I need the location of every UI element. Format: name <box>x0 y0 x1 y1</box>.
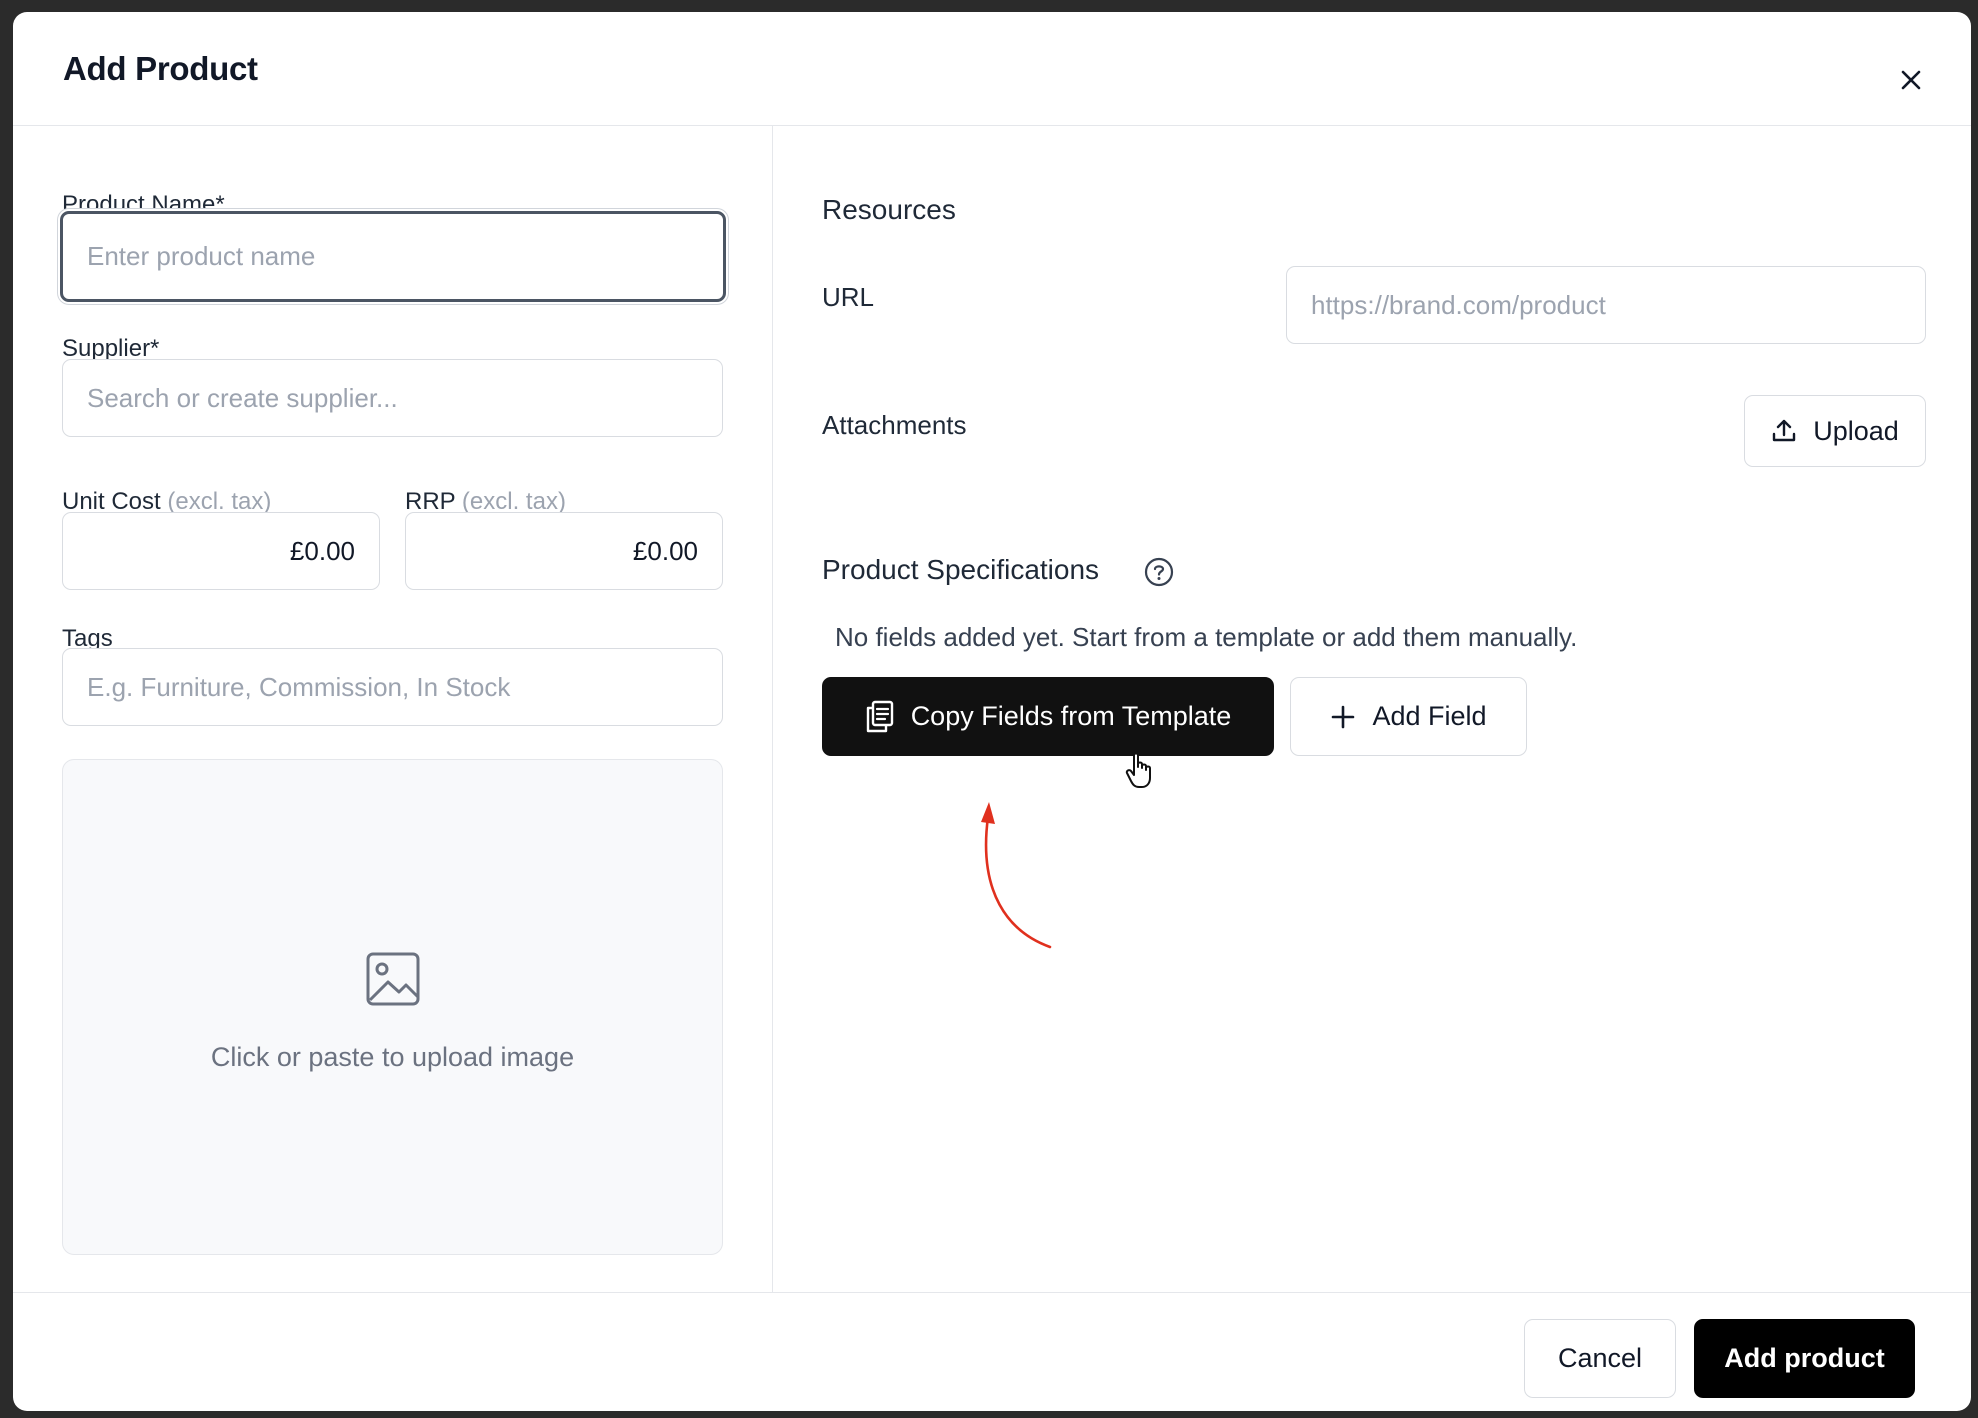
specifications-empty-text: No fields added yet. Start from a templa… <box>835 622 1578 652</box>
product-name-input[interactable] <box>60 211 726 302</box>
add-field-button[interactable]: Add Field <box>1290 677 1527 756</box>
hand-pointer-cursor-icon <box>1125 752 1151 788</box>
copy-fields-from-template-button[interactable]: Copy Fields from Template <box>822 677 1274 756</box>
plus-icon <box>1330 704 1356 730</box>
image-upload-dropzone[interactable]: Click or paste to upload image <box>62 759 723 1255</box>
copy-fields-button-label: Copy Fields from Template <box>910 701 1232 731</box>
upload-button[interactable]: Upload <box>1744 395 1926 467</box>
add-field-button-label: Add Field <box>1372 701 1487 731</box>
rrp-label-note: (excl. tax) <box>461 488 566 515</box>
upload-button-label: Upload <box>1813 415 1899 446</box>
image-icon <box>366 952 420 1006</box>
tags-input[interactable] <box>62 648 723 726</box>
rrp-label-text: RRP <box>405 488 456 515</box>
copy-icon <box>865 700 895 734</box>
supplier-input[interactable] <box>62 359 723 437</box>
unit-cost-input[interactable] <box>62 512 380 590</box>
add-product-button[interactable]: Add product <box>1694 1319 1915 1398</box>
unit-cost-label-text: Unit Cost <box>62 488 161 515</box>
url-label: URL <box>822 282 875 312</box>
unit-cost-label-note: (excl. tax) <box>167 488 272 515</box>
help-circle-icon[interactable] <box>1144 557 1174 587</box>
dialog-header: Add Product <box>13 12 1971 126</box>
resources-title: Resources <box>822 194 956 225</box>
url-input[interactable] <box>1286 266 1926 344</box>
close-icon <box>1901 70 1921 90</box>
product-specifications-title: Product Specifications <box>822 554 1100 585</box>
column-divider <box>772 126 773 1292</box>
dialog-title: Add Product <box>63 50 258 87</box>
upload-icon <box>1771 418 1797 444</box>
cancel-button[interactable]: Cancel <box>1524 1319 1676 1398</box>
close-button[interactable] <box>1891 60 1931 100</box>
image-upload-text: Click or paste to upload image <box>210 1042 575 1072</box>
add-product-dialog: Add Product Product Name* Supplier* Unit… <box>13 12 1971 1411</box>
attachments-label: Attachments <box>822 410 967 440</box>
rrp-input[interactable] <box>405 512 723 590</box>
dialog-footer: Cancel Add product <box>13 1292 1971 1411</box>
annotation-arrow <box>981 802 1052 949</box>
